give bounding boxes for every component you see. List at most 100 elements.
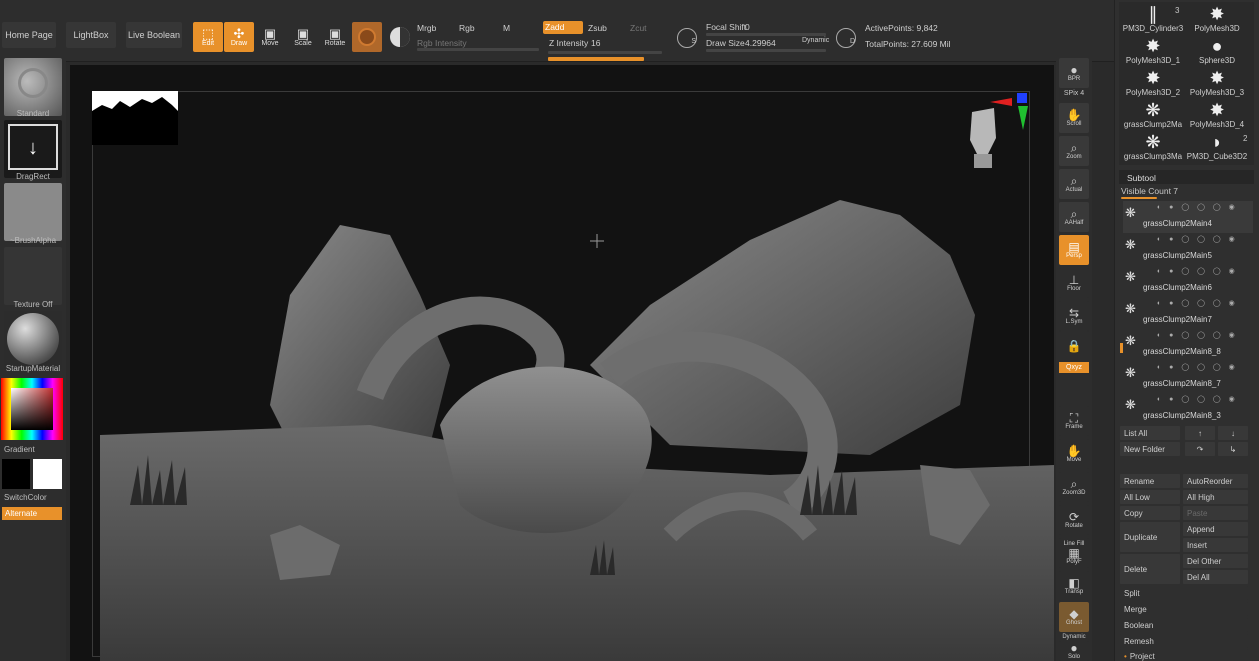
subtool-header[interactable]: Subtool (1119, 170, 1254, 184)
subtool-row[interactable]: ❋ ◐ ● ◯ ◯ ◯ ◉ grassClump2Main8_8 (1123, 329, 1253, 361)
move-down-button[interactable]: ↓ (1218, 426, 1248, 440)
alpha-thumbnail[interactable] (4, 183, 62, 241)
subtool-row[interactable]: ❋ ◐ ● ◯ ◯ ◯ ◉ grassClump2Main7 (1123, 297, 1253, 329)
auto-reorder-button[interactable]: AutoReorder (1183, 474, 1248, 488)
move-view-button[interactable]: ✋ Move (1059, 439, 1089, 469)
m-button[interactable]: M (503, 23, 510, 33)
solo-button[interactable]: ● Solo (1059, 641, 1089, 661)
rotate-mode-button[interactable]: ▣ Rotate (320, 22, 350, 52)
persp-button[interactable]: ▤ Persp (1059, 235, 1089, 265)
tool-item[interactable]: ✸ PolyMesh3D_3 (1185, 68, 1249, 97)
draw-size-label[interactable]: Draw Size (706, 38, 745, 48)
subtool-scrollbar[interactable] (1120, 343, 1123, 353)
focal-s-icon[interactable]: S (677, 28, 697, 48)
subtool-row-icons[interactable]: ◐ ● ◯ ◯ ◯ ◉ (1157, 363, 1238, 371)
del-other-button[interactable]: Del Other (1183, 554, 1248, 568)
bpr-render-button[interactable]: ● BPR (1059, 58, 1089, 88)
home-page-button[interactable]: Home Page (2, 22, 56, 48)
subtool-row[interactable]: ❋ ◐ ● ◯ ◯ ◯ ◉ grassClump2Main6 (1123, 265, 1253, 297)
paste-button[interactable]: Paste (1183, 506, 1248, 520)
down-arrow-button[interactable]: ↳ (1218, 442, 1248, 456)
transp-button[interactable]: ◧ Transp (1059, 571, 1089, 601)
rotate-view-button[interactable]: ⟳ Rotate (1059, 505, 1089, 535)
spix-slider[interactable]: SPix 4 (1056, 90, 1092, 97)
edit-mode-button[interactable]: ⬚ Edit (193, 22, 223, 52)
dynamic-toggle[interactable]: Dynamic (802, 37, 829, 44)
all-low-button[interactable]: All Low (1120, 490, 1180, 504)
subtool-row-icons[interactable]: ◐ ● ◯ ◯ ◯ ◉ (1157, 299, 1238, 307)
draw-d-icon[interactable]: D (836, 28, 856, 48)
subtool-row-icons[interactable]: ◐ ● ◯ ◯ ◯ ◉ (1157, 235, 1238, 243)
tool-item[interactable]: ✸ PolyMesh3D_1 (1121, 36, 1185, 65)
rename-button[interactable]: Rename (1120, 474, 1180, 488)
rgb-button[interactable]: Rgb (459, 23, 475, 33)
draw-mode-button[interactable]: ✣ Draw (224, 22, 254, 52)
duplicate-button[interactable]: Duplicate (1120, 522, 1180, 552)
material-swatch-button[interactable] (352, 22, 382, 52)
lock-button[interactable]: 🔒 (1059, 331, 1089, 361)
all-high-button[interactable]: All High (1183, 490, 1248, 504)
gradient-label[interactable]: Gradient (4, 445, 70, 454)
polyf-button[interactable]: Line Fill ▦ PolyF (1059, 538, 1089, 568)
color-picker[interactable] (1, 378, 63, 440)
boolean-menu[interactable]: Boolean (1120, 618, 1248, 632)
color-picker-square[interactable] (11, 388, 53, 430)
primary-color-swatch[interactable] (2, 459, 30, 489)
del-all-button[interactable]: Del All (1183, 570, 1248, 584)
move-up-button[interactable]: ↑ (1185, 426, 1215, 440)
scale-mode-button[interactable]: ▣ Scale (288, 22, 318, 52)
list-all-button[interactable]: List All (1120, 426, 1180, 440)
alternate-button[interactable]: Alternate (2, 507, 62, 520)
zadd-button[interactable]: Zadd (543, 21, 583, 34)
aahalf-button[interactable]: ⌕ AAHalf (1059, 202, 1089, 232)
tool-item[interactable]: ✸ PolyMesh3D (1185, 4, 1249, 33)
append-button[interactable]: Append (1183, 522, 1248, 536)
mrgb-button[interactable]: Mrgb (417, 23, 436, 33)
zoom-button[interactable]: ⌕ Zoom (1059, 136, 1089, 166)
split-menu[interactable]: Split (1120, 586, 1248, 600)
tool-item[interactable]: ● Sphere3D (1185, 36, 1249, 65)
live-boolean-button[interactable]: Live Boolean (126, 22, 182, 48)
brush-thumbnail[interactable] (4, 58, 62, 116)
tool-item[interactable]: ✸ PolyMesh3D_4 (1185, 100, 1249, 129)
tool-item[interactable]: ✸ PolyMesh3D_2 (1121, 68, 1185, 97)
focal-shift-label[interactable]: Focal Shift (706, 22, 746, 32)
lightbox-button[interactable]: LightBox (66, 22, 116, 48)
rgb-intensity-slider[interactable]: Rgb Intensity (417, 38, 467, 48)
texture-thumbnail[interactable] (4, 247, 62, 305)
material-thumbnail[interactable] (4, 311, 62, 369)
stroke-thumbnail[interactable]: ↓ (4, 120, 62, 178)
zoom3d-button[interactable]: ⌕ Zoom3D (1059, 472, 1089, 502)
merge-menu[interactable]: Merge (1120, 602, 1248, 616)
subtool-row[interactable]: ❋ ◐ ● ◯ ◯ ◯ ◉ grassClump2Main8_3 (1123, 393, 1253, 425)
subtool-row[interactable]: ❋ ◐ ● ◯ ◯ ◯ ◉ grassClump2Main5 (1123, 233, 1253, 265)
subtool-row-icons[interactable]: ◐ ● ◯ ◯ ◯ ◉ (1157, 331, 1238, 339)
insert-button[interactable]: Insert (1183, 538, 1248, 552)
subtool-row-icons[interactable]: ◐ ● ◯ ◯ ◯ ◉ (1157, 395, 1238, 403)
xyz-button[interactable]: Qxyz (1059, 362, 1089, 373)
tool-item[interactable]: ❋ grassClump2Ma (1121, 100, 1185, 129)
delete-button[interactable]: Delete (1120, 554, 1180, 584)
color-toggle-button[interactable] (385, 22, 415, 52)
switch-color-button[interactable]: SwitchColor (4, 493, 70, 502)
move-mode-button[interactable]: ▣ Move (255, 22, 285, 52)
frame-button[interactable]: ⛶ Frame (1059, 406, 1089, 436)
viewport-canvas[interactable] (70, 65, 1054, 661)
subtool-row[interactable]: ❋ ◐ ● ◯ ◯ ◯ ◉ grassClump2Main4 (1123, 201, 1253, 233)
lsym-button[interactable]: ⇆ L.Sym (1059, 301, 1089, 331)
floor-button[interactable]: ⊥ Floor (1059, 268, 1089, 298)
subtool-row-icons[interactable]: ◐ ● ◯ ◯ ◯ ◉ (1157, 203, 1238, 211)
zcut-button[interactable]: Zcut (630, 23, 647, 33)
tool-item[interactable]: ◗ PM3D_Cube3D2 (1185, 132, 1249, 161)
remesh-menu[interactable]: Remesh (1120, 634, 1248, 648)
project-menu[interactable]: • Project (1120, 649, 1248, 661)
subtool-row[interactable]: ❋ ◐ ● ◯ ◯ ◯ ◉ grassClump2Main8_7 (1123, 361, 1253, 393)
new-folder-button[interactable]: New Folder (1120, 442, 1180, 456)
subtool-row-icons[interactable]: ◐ ● ◯ ◯ ◯ ◉ (1157, 267, 1238, 275)
zsub-button[interactable]: Zsub (588, 23, 607, 33)
tool-item[interactable]: ❋ grassClump3Ma (1121, 132, 1185, 161)
scroll-button[interactable]: ✋ Scroll (1059, 103, 1089, 133)
ghost-button[interactable]: ◆ Ghost (1059, 602, 1089, 632)
actual-button[interactable]: ⌕ Actual (1059, 169, 1089, 199)
copy-button[interactable]: Copy (1120, 506, 1180, 520)
